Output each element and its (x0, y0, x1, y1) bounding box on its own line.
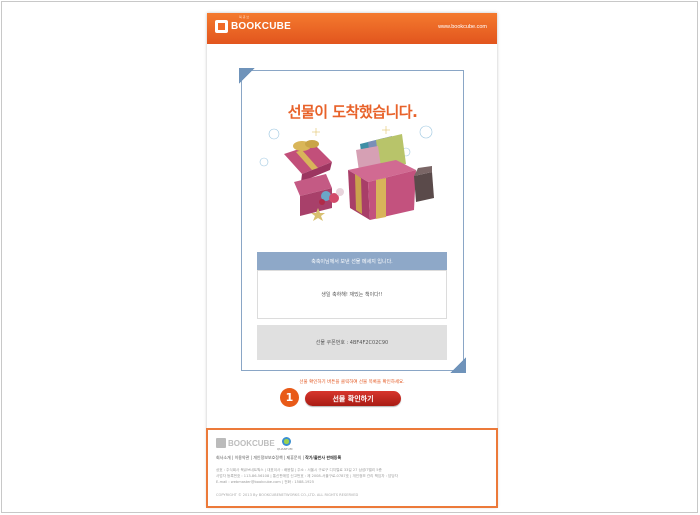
cube-icon (216, 438, 226, 448)
confirm-notice: 선물 확인하기 버튼을 클릭하여 선물 목록을 확인하세요. (299, 380, 405, 385)
site-url-link[interactable]: www.bookcube.com (438, 24, 487, 30)
confirm-gift-button[interactable]: 선물 확인하기 (305, 391, 401, 406)
company-info: 상호 : 주식회사 북큐브네트웍스 | 대표이사 : 배응철 | 주소 : 서울… (216, 467, 486, 485)
logo-text: BOOKCUBE (231, 21, 291, 32)
email-footer: BOOKCUBE QUANTUM 회사소개 | 이용약관 | 개인정보보호정책 … (206, 428, 498, 508)
bookcube-logo[interactable]: BOOKCUBE 북 큐 브 (215, 15, 291, 33)
partner-logo-text: QUANTUM (277, 447, 293, 451)
footer-logo-text: BOOKCUBE (228, 438, 275, 448)
email-body: BOOKCUBE 북 큐 브 www.bookcube.com 선물이 도착했습… (206, 13, 498, 508)
logo-subtext: 북 큐 브 (239, 15, 250, 19)
step-marker: 1 (280, 388, 299, 407)
email-header: BOOKCUBE 북 큐 브 www.bookcube.com (207, 13, 497, 44)
gift-card: 선물이 도착했습니다. 축축이님께서 보낸 선물 메세지 입니다. 생일 축하해… (239, 68, 466, 373)
window-frame: BOOKCUBE 북 큐 브 www.bookcube.com 선물이 도착했습… (1, 1, 698, 513)
coupon-number: 선물 쿠폰번호 : 4BF4F2C02C90 (257, 325, 447, 360)
footer-links[interactable]: 회사소개 | 이용약관 | 개인정보보호정책 | 제휴문의 | 작가/출판사 판… (216, 455, 341, 461)
sender-message-bar: 축축이님께서 보낸 선물 메세지 입니다. (257, 252, 447, 270)
company-info-line: E-mail : webmaster@bookcube.com | 전화 : 1… (216, 480, 314, 484)
partner-logo-icon (282, 437, 291, 446)
ribbon-corner-top-left (239, 68, 265, 94)
footer-links-text[interactable]: 회사소개 | 이용약관 | 개인정보보호정책 | 제휴문의 | (216, 455, 305, 460)
gift-message: 생일 축하해! 재밌는 책이다!! (257, 270, 447, 319)
gift-box-illustration (259, 125, 434, 221)
copyright: COPYRIGHT © 2013 By BOOKCUBENETWORKS CO.… (216, 493, 359, 497)
gift-arrived-headline: 선물이 도착했습니다. (287, 103, 418, 121)
author-publisher-link[interactable]: 작가/출판사 판매등록 (305, 455, 341, 460)
cube-icon (215, 20, 228, 33)
footer-logo: BOOKCUBE (216, 438, 275, 448)
